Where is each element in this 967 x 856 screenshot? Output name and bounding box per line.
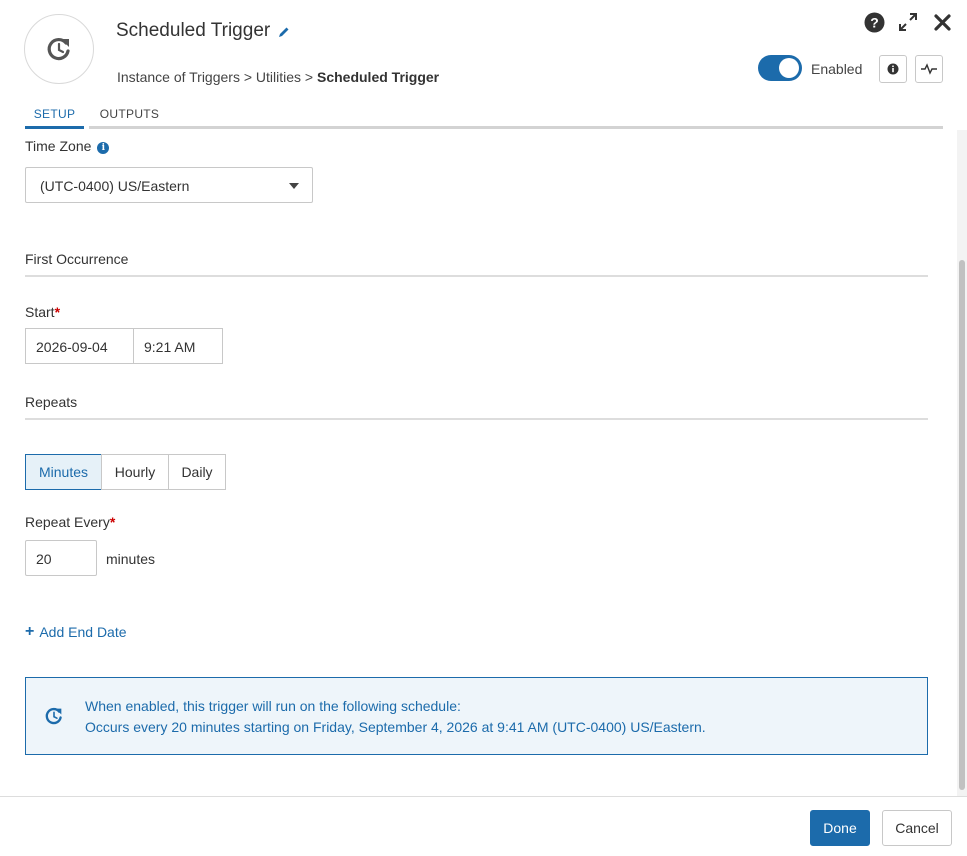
- page-title: Scheduled Trigger: [116, 20, 271, 41]
- tab-bar: SETUP OUTPUTS: [25, 100, 943, 130]
- expand-icon[interactable]: [897, 11, 919, 33]
- close-icon[interactable]: [931, 11, 953, 33]
- repeat-every-unit: minutes: [106, 551, 156, 567]
- enabled-toggle[interactable]: [758, 55, 802, 81]
- start-label: Start: [25, 304, 55, 320]
- cancel-button[interactable]: Cancel: [882, 810, 952, 846]
- schedule-summary-intro: When enabled, this trigger will run on t…: [85, 698, 461, 714]
- divider: [25, 275, 928, 277]
- done-button[interactable]: Done: [810, 810, 870, 846]
- tab-active-indicator: [25, 126, 84, 129]
- repeat-daily-button[interactable]: Daily: [168, 454, 226, 490]
- plus-icon: +: [25, 623, 35, 640]
- start-time-input[interactable]: 9:21 AM: [133, 328, 223, 364]
- repeat-every-label: Repeat Every: [25, 514, 110, 530]
- info-icon: [887, 63, 899, 75]
- enabled-label: Enabled: [811, 61, 863, 77]
- tab-setup[interactable]: SETUP: [25, 100, 84, 128]
- schedule-summary: When enabled, this trigger will run on t…: [25, 677, 928, 755]
- schedule-refresh-icon: [45, 707, 62, 725]
- start-date-input[interactable]: 2026-09-04: [25, 328, 135, 364]
- repeat-minutes-button[interactable]: Minutes: [25, 454, 102, 490]
- info-button[interactable]: [879, 55, 907, 83]
- add-end-date-label: Add End Date: [39, 624, 127, 640]
- pencil-edit-icon[interactable]: [277, 25, 291, 39]
- required-asterisk: *: [54, 304, 61, 320]
- dialog-header: Scheduled Trigger Instance of Triggers >…: [0, 0, 967, 130]
- tab-inactive-indicator: [89, 126, 170, 129]
- time-zone-label: Time Zone: [25, 138, 92, 154]
- activity-button[interactable]: [915, 55, 943, 83]
- repeat-every-label-row: Repeat Every*: [25, 514, 115, 530]
- time-zone-label-row: Time Zone i: [25, 138, 110, 154]
- vertical-scrollbar[interactable]: [957, 130, 967, 796]
- pulse-icon: [921, 63, 937, 75]
- tab-outputs[interactable]: OUTPUTS: [89, 100, 170, 128]
- tab-rail: [170, 126, 943, 129]
- window-controls: ?: [863, 11, 953, 33]
- divider: [25, 418, 928, 420]
- add-end-date-link[interactable]: + Add End Date: [25, 623, 127, 641]
- schedule-summary-detail: Occurs every 20 minutes starting on Frid…: [85, 719, 706, 735]
- breadcrumb-current: Scheduled Trigger: [316, 69, 440, 85]
- svg-text:?: ?: [870, 14, 879, 30]
- repeat-every-input[interactable]: 20: [25, 540, 97, 576]
- time-zone-select[interactable]: (UTC-0400) US/Eastern: [25, 167, 313, 203]
- time-zone-info-icon[interactable]: i: [97, 142, 110, 154]
- scheduled-refresh-icon: [47, 38, 70, 61]
- setup-panel: Time Zone i (UTC-0400) US/Eastern First O…: [0, 130, 955, 796]
- required-asterisk: *: [109, 514, 116, 530]
- breadcrumb: Instance of Triggers > Utilities > Sched…: [117, 69, 439, 85]
- chevron-down-icon: [289, 183, 299, 189]
- help-icon[interactable]: ?: [863, 11, 885, 33]
- time-zone-value: (UTC-0400) US/Eastern: [40, 178, 190, 194]
- breadcrumb-path: Instance of Triggers > Utilities >: [117, 69, 317, 85]
- start-label-row: Start*: [25, 304, 60, 320]
- scrollbar-thumb[interactable]: [959, 260, 965, 790]
- repeats-title: Repeats: [25, 394, 78, 410]
- first-occurrence-title: First Occurrence: [25, 251, 129, 267]
- trigger-logo: [24, 14, 94, 84]
- dialog-footer: Done Cancel: [0, 796, 967, 856]
- repeat-hourly-button[interactable]: Hourly: [101, 454, 169, 490]
- toggle-knob: [779, 58, 799, 78]
